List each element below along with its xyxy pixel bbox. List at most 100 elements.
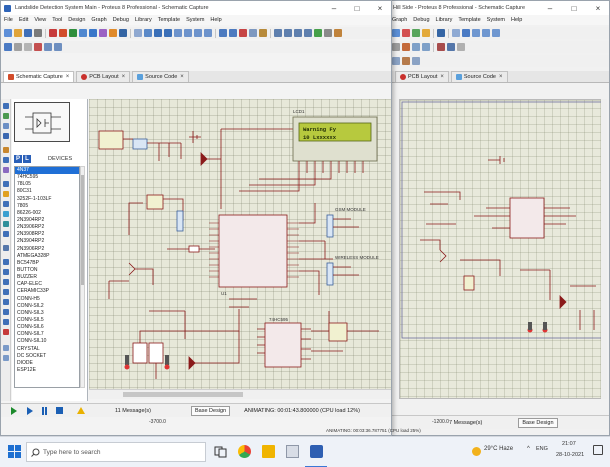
- device-list-item[interactable]: DIODE: [15, 360, 79, 367]
- clock-time[interactable]: 21:07: [562, 441, 576, 447]
- pin-icon[interactable]: [3, 191, 9, 197]
- device-list-item[interactable]: DC SOCKET: [15, 353, 79, 360]
- device-list[interactable]: 4N37 74HC595 78L05 80C31 3252F-1-103LF 7805 86…: [14, 166, 80, 388]
- paste-icon[interactable]: [259, 29, 267, 37]
- make-device-icon[interactable]: [324, 29, 332, 37]
- close-icon[interactable]: ×: [122, 74, 126, 80]
- pick-device-icon[interactable]: [314, 29, 322, 37]
- menu-tool[interactable]: Tool: [52, 17, 62, 23]
- tool-icon[interactable]: [44, 43, 52, 51]
- graph-icon[interactable]: [3, 201, 9, 207]
- back-tool-icon[interactable]: [402, 29, 410, 37]
- windows-start-icon[interactable]: [8, 445, 21, 458]
- save-icon[interactable]: [24, 29, 32, 37]
- device-list-item[interactable]: 2N3908RP2: [15, 231, 79, 238]
- back-tool-icon[interactable]: [412, 43, 420, 51]
- plus-icon[interactable]: [154, 29, 162, 37]
- generator-icon[interactable]: [3, 221, 9, 227]
- zoom-area-icon[interactable]: [204, 29, 212, 37]
- device-list-item[interactable]: CONN-SIL7: [15, 331, 79, 338]
- back-tool-icon[interactable]: [457, 43, 465, 51]
- app-icon[interactable]: [286, 445, 299, 458]
- menu-system[interactable]: System: [186, 17, 204, 23]
- language-indicator[interactable]: ENG: [536, 446, 548, 452]
- back-tool-icon[interactable]: [437, 43, 445, 51]
- back-menu-template[interactable]: Template: [458, 17, 480, 23]
- path-icon[interactable]: [3, 299, 9, 305]
- block-delete-icon[interactable]: [304, 29, 312, 37]
- menu-help[interactable]: Help: [210, 17, 221, 23]
- package-tool-icon[interactable]: [334, 29, 342, 37]
- menu-view[interactable]: View: [34, 17, 46, 23]
- line-icon[interactable]: [3, 259, 9, 265]
- pause-simulation-icon[interactable]: [42, 406, 47, 415]
- circle-icon[interactable]: [3, 279, 9, 285]
- device-list-item[interactable]: BUTTON: [15, 267, 79, 274]
- back-plus-icon[interactable]: [462, 29, 470, 37]
- schematic-canvas[interactable]: LCD1 U1 74HC595 GSM MODULE WIRELESS MODU…: [89, 99, 391, 389]
- tab-schematic-capture[interactable]: Schematic Capture ×: [3, 71, 75, 82]
- back-close-button[interactable]: ×: [587, 1, 609, 15]
- scroll-thumb[interactable]: [123, 392, 243, 397]
- close-button[interactable]: ×: [369, 1, 391, 15]
- menu-design[interactable]: Design: [68, 17, 85, 23]
- device-list-item[interactable]: CONN-SIL3: [15, 310, 79, 317]
- device-list-item[interactable]: BUZZER: [15, 274, 79, 281]
- copy-icon[interactable]: [249, 29, 257, 37]
- tab-pcb-layout[interactable]: PCB Layout ×: [76, 71, 131, 82]
- back-tool-icon[interactable]: [422, 29, 430, 37]
- marker-icon[interactable]: [3, 329, 9, 335]
- back-tool-icon[interactable]: [447, 43, 455, 51]
- notification-center-icon[interactable]: [593, 445, 603, 455]
- undo-icon[interactable]: [219, 29, 227, 37]
- back-menu-debug[interactable]: Debug: [413, 17, 429, 23]
- device-list-item[interactable]: CONN-SIL10: [15, 338, 79, 345]
- run-simulation-icon[interactable]: [11, 406, 17, 415]
- back-menu-help[interactable]: Help: [511, 17, 522, 23]
- step-simulation-icon[interactable]: [27, 406, 33, 415]
- back-design-select[interactable]: Base Design: [518, 417, 558, 428]
- back-tool-icon[interactable]: [412, 29, 420, 37]
- device-list-item[interactable]: 78L05: [15, 181, 79, 188]
- device-list-item[interactable]: CAP-ELEC: [15, 281, 79, 288]
- device-list-item[interactable]: ATMEGA328P: [15, 253, 79, 260]
- cut-icon[interactable]: [239, 29, 247, 37]
- back-zoom-in-icon[interactable]: [472, 29, 480, 37]
- menu-file[interactable]: File: [4, 17, 13, 23]
- device-list-scrollbar[interactable]: [80, 166, 85, 388]
- maximize-button[interactable]: □: [346, 1, 368, 15]
- schematic-icon[interactable]: [59, 29, 67, 37]
- file-explorer-icon[interactable]: [262, 445, 275, 458]
- block-rotate-icon[interactable]: [294, 29, 302, 37]
- gallery-icon[interactable]: [79, 29, 87, 37]
- menu-debug[interactable]: Debug: [113, 17, 129, 23]
- junction-dot-icon[interactable]: [3, 123, 9, 129]
- tool-icon[interactable]: [4, 43, 12, 51]
- back-tool-icon[interactable]: [392, 43, 400, 51]
- device-list-item[interactable]: 7805: [15, 203, 79, 210]
- menu-template[interactable]: Template: [158, 17, 180, 23]
- device-list-item[interactable]: CONN-SIL2: [15, 303, 79, 310]
- tool-icon[interactable]: [24, 43, 32, 51]
- back-zoom-fit-icon[interactable]: [492, 29, 500, 37]
- source-code-icon[interactable]: [99, 29, 107, 37]
- back-tab-source-code[interactable]: Source Code ×: [450, 71, 508, 82]
- close-icon[interactable]: ×: [440, 74, 444, 80]
- device-list-item[interactable]: 2N3904RP2: [15, 238, 79, 245]
- home-icon[interactable]: [49, 29, 57, 37]
- tape-icon[interactable]: [3, 211, 9, 217]
- back-maximize-button[interactable]: □: [563, 1, 585, 15]
- device-list-item[interactable]: CONN-SIL5: [15, 317, 79, 324]
- device-list-item[interactable]: CERAMIC33P: [15, 288, 79, 295]
- design-variant-select[interactable]: Base Design: [190, 405, 231, 416]
- wire-label-icon[interactable]: [3, 133, 9, 139]
- arc-icon[interactable]: [3, 289, 9, 295]
- device-list-item[interactable]: CONN-H5: [15, 296, 79, 303]
- back-message-count[interactable]: 7 Message(s): [449, 420, 482, 426]
- proteus-taskbar-icon[interactable]: [310, 445, 323, 458]
- back-tool-icon[interactable]: [402, 57, 410, 65]
- weather-text[interactable]: 29°C Haze: [484, 446, 513, 452]
- zoom-in-icon[interactable]: [174, 29, 182, 37]
- device-list-item[interactable]: ESP12E: [15, 367, 79, 374]
- device-list-item[interactable]: 3252F-1-103LF: [15, 196, 79, 203]
